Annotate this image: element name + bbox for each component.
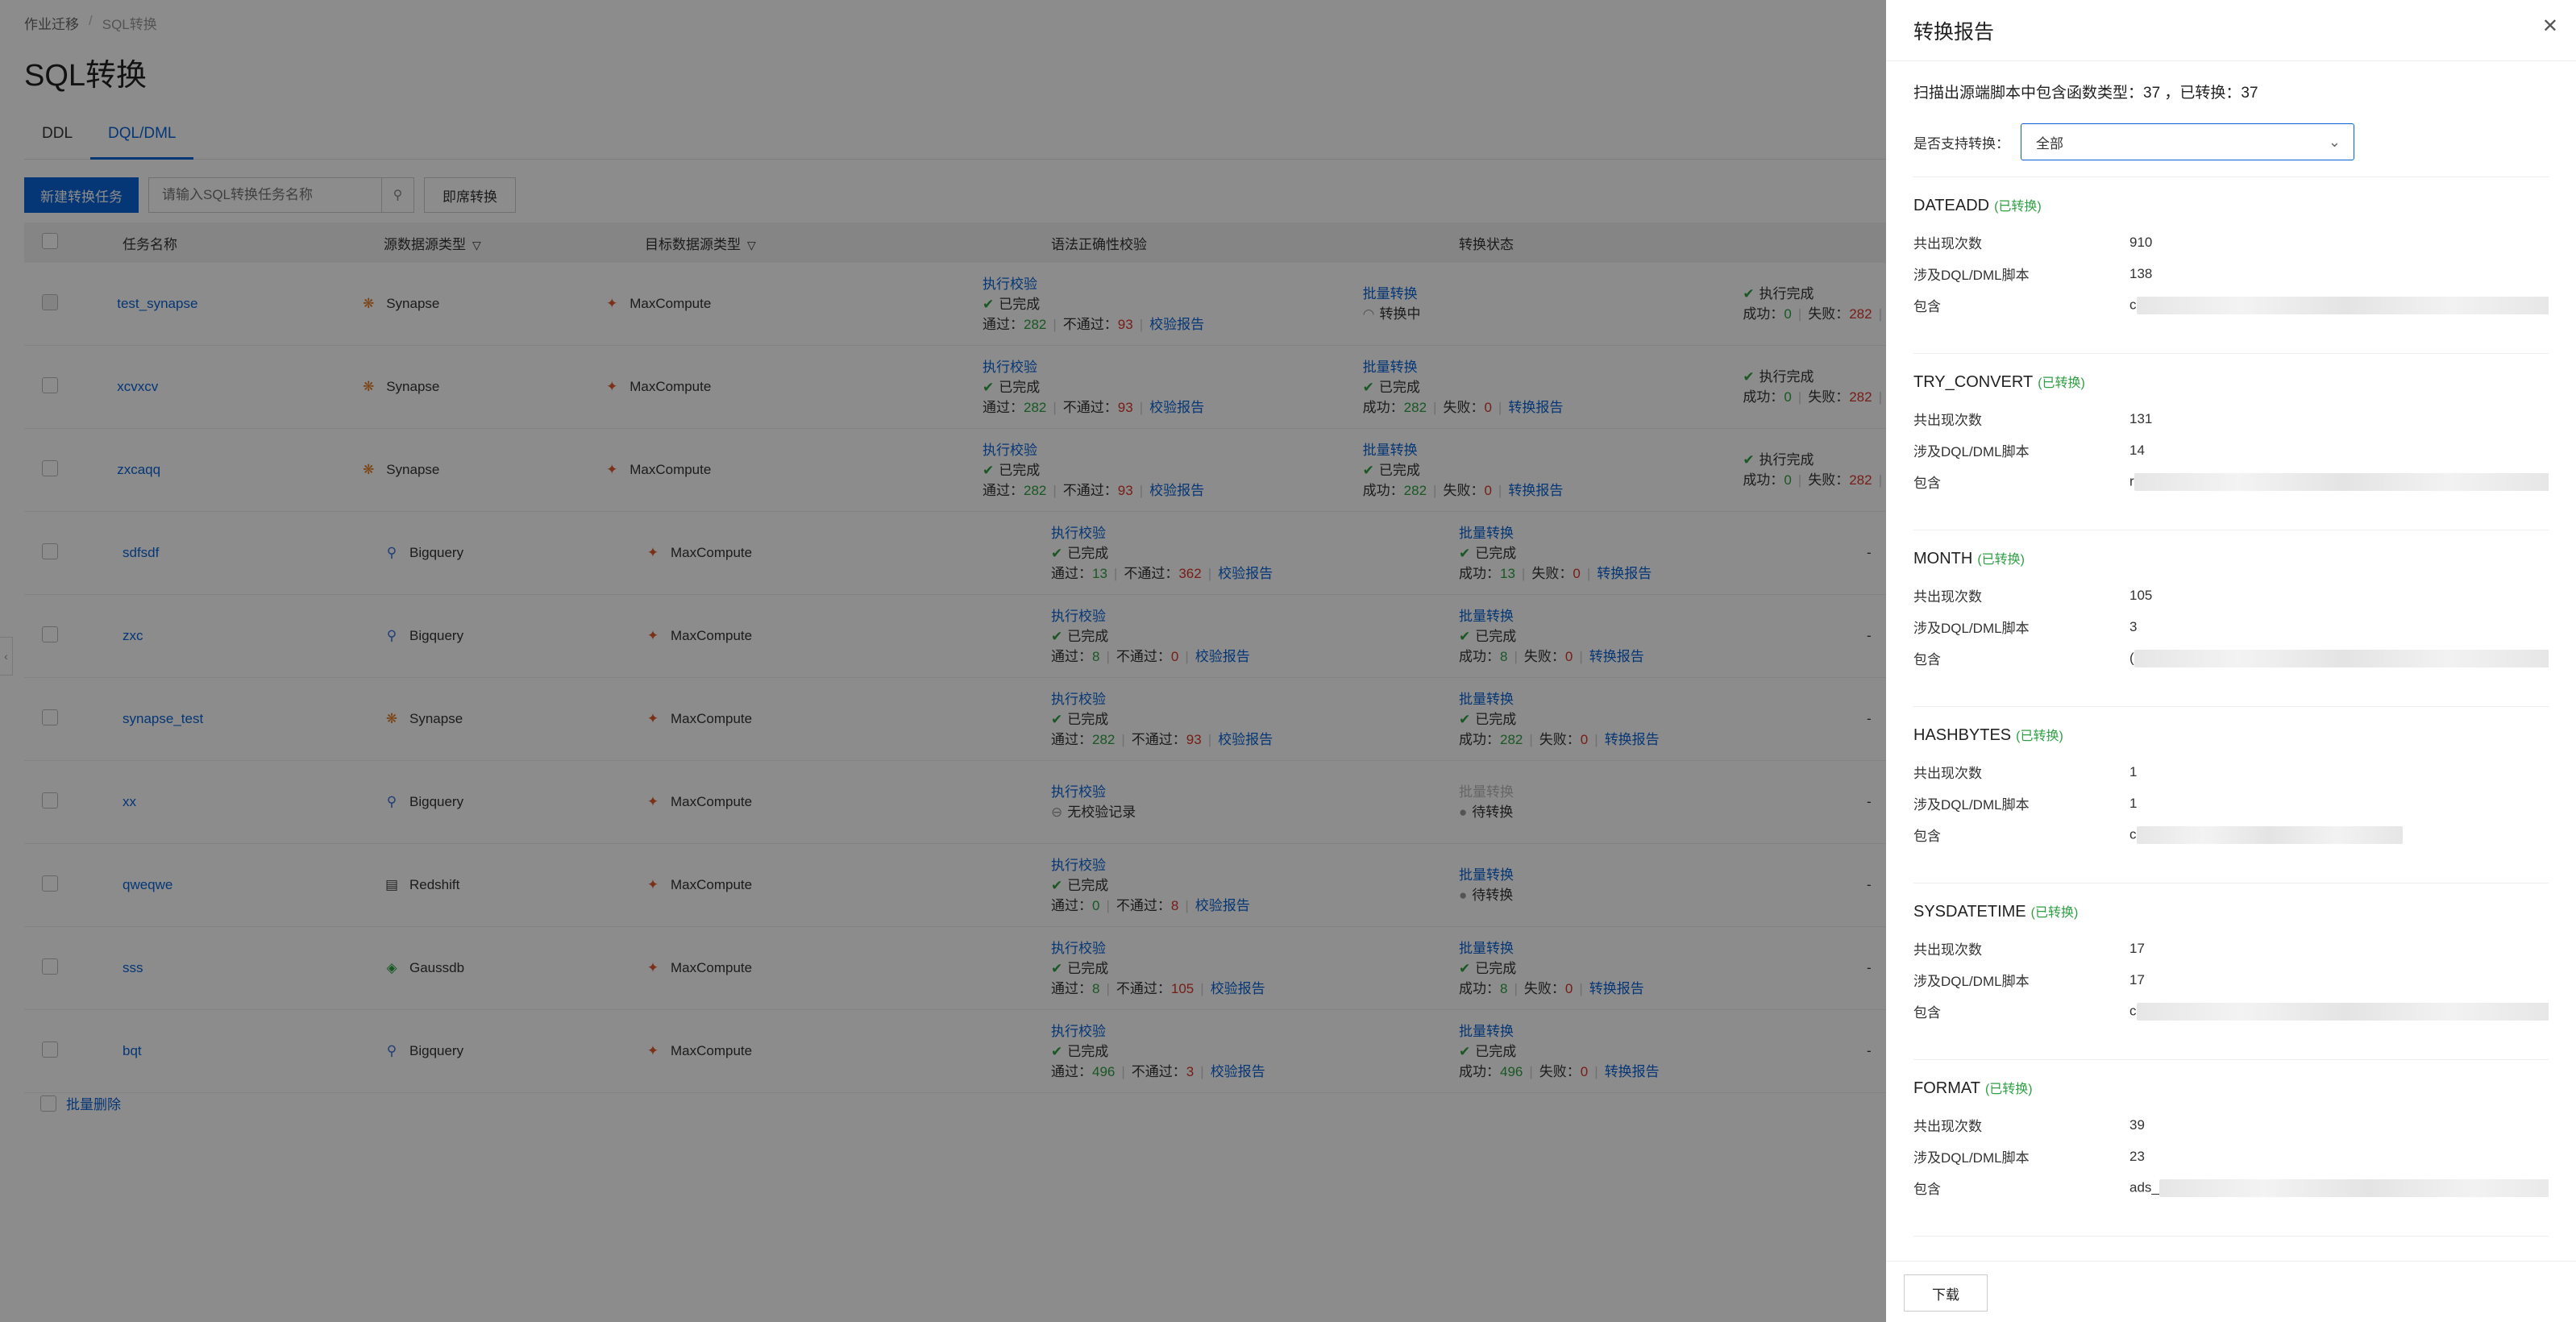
count-label: 共出现次数 xyxy=(1913,589,1982,605)
contains-label: 包含 xyxy=(1913,652,1941,667)
contains-label: 包含 xyxy=(1913,829,1941,844)
blurred-script-list xyxy=(2134,649,2549,667)
scan-summary: 扫描出源端脚本中包含函数类型：37 ，已转换：37 xyxy=(1913,85,2258,102)
support-select[interactable]: 全部 ⌄ xyxy=(2021,123,2354,160)
function-name: SYSDATETIME (已转换) xyxy=(1913,903,2079,921)
count-label: 共出现次数 xyxy=(1913,1119,1982,1134)
converted-tag: (已转换) xyxy=(2030,906,2079,920)
support-filter: 是否支持转换： 全部 ⌄ xyxy=(1913,123,2549,160)
count-value: 17 xyxy=(2129,940,2145,956)
count-label: 共出现次数 xyxy=(1913,942,1982,958)
blurred-script-list xyxy=(2134,472,2549,491)
contains-value: c. xyxy=(2129,296,2549,314)
count-label: 共出现次数 xyxy=(1913,236,1982,252)
function-name: TRY_CONVERT (已转换) xyxy=(1913,373,2085,391)
function-block: DATEADD(已转换) 共出现次数 910 涉及DQL/DML脚本 138 包含 c. xyxy=(1913,177,2549,354)
drawer-title: 转换报告 xyxy=(1913,21,1995,44)
blurred-script-list xyxy=(2136,1002,2549,1021)
close-icon[interactable]: ✕ xyxy=(2542,15,2558,38)
scripts-value: 1 xyxy=(2129,795,2138,811)
scripts-label: 涉及DQL/DML脚本 xyxy=(1913,444,2030,459)
count-value: 105 xyxy=(2129,587,2153,603)
scripts-value: 23 xyxy=(2129,1148,2145,1164)
converted-tag: (已转换) xyxy=(1994,200,2042,214)
converted-tag: (已转换) xyxy=(1977,553,2025,567)
scripts-value: 14 xyxy=(2129,442,2145,458)
contains-value: ( xyxy=(2129,649,2549,667)
contains-label: 包含 xyxy=(1913,1005,1941,1021)
function-block: SYSDATETIME (已转换) 共出现次数 17 涉及DQL/DML脚本 17 包含 c xyxy=(1913,883,2549,1060)
chevron-down-icon: ⌄ xyxy=(2328,133,2341,150)
download-button[interactable]: 下载 xyxy=(1904,1274,1988,1312)
modal-mask[interactable] xyxy=(0,0,1886,1322)
contains-value: c xyxy=(2129,1002,2549,1021)
function-name: DATEADD (已转换) xyxy=(1913,197,2042,214)
scripts-label: 涉及DQL/DML脚本 xyxy=(1913,621,2030,636)
scripts-label: 涉及DQL/DML脚本 xyxy=(1913,1150,2030,1166)
contains-value: ads_... xyxy=(2129,1179,2549,1197)
blurred-script-list xyxy=(2158,1179,2549,1197)
select-value: 全部 xyxy=(2036,135,2063,152)
contains-label: 包含 xyxy=(1913,476,1941,491)
scripts-value: 17 xyxy=(2129,971,2145,987)
contains-value: c xyxy=(2129,825,2549,844)
scripts-value: 3 xyxy=(2129,618,2138,634)
converted-tag: (已转换) xyxy=(1984,1083,2033,1096)
scripts-label: 涉及DQL/DML脚本 xyxy=(1913,797,2030,813)
scripts-value: 138 xyxy=(2129,265,2153,281)
count-label: 共出现次数 xyxy=(1913,413,1982,428)
contains-label: 包含 xyxy=(1913,1182,1941,1197)
convert-report-drawer: 转换报告 ✕ 扫描出源端脚本中包含函数类型：37 ，已转换：37 是否支持转换：… xyxy=(1886,0,2576,1322)
blurred-script-list xyxy=(2136,296,2549,314)
function-block: MONTH (已转换) 共出现次数 105 涉及DQL/DML脚本 3 包含 ( xyxy=(1913,530,2549,707)
function-block: FORMAT(已转换) 共出现次数 39 涉及DQL/DML脚本 23 包含 ads_... xyxy=(1913,1060,2549,1237)
function-name: FORMAT (已转换) xyxy=(1913,1079,2033,1097)
converted-tag: (已转换) xyxy=(2038,376,2085,390)
count-value: 131 xyxy=(2129,410,2153,426)
converted-tag: (已转换) xyxy=(2016,730,2063,743)
blurred-script-list xyxy=(2136,825,2403,844)
count-value: 1 xyxy=(2129,763,2138,779)
function-list: DATEADD(已转换) 共出现次数 910 涉及DQL/DML脚本 138 包含 c. TR… xyxy=(1913,177,2549,1237)
function-block: HASHBYTES (已转换) 共出现次数 1 涉及DQL/DML脚本 1 包含 c xyxy=(1913,707,2549,883)
contains-value: r xyxy=(2129,472,2549,491)
scripts-label: 涉及DQL/DML脚本 xyxy=(1913,268,2030,283)
contains-label: 包含 xyxy=(1913,299,1941,314)
count-label: 共出现次数 xyxy=(1913,766,1982,781)
drawer-body[interactable]: 扫描出源端脚本中包含函数类型：37 ，已转换：37 是否支持转换： 全部 ⌄ D… xyxy=(1886,61,2576,1261)
count-value: 910 xyxy=(2129,234,2153,250)
function-name: MONTH (已转换) xyxy=(1913,550,2025,567)
drawer-header: 转换报告 ✕ xyxy=(1886,0,2576,61)
filter-label: 是否支持转换： xyxy=(1913,135,2009,152)
scripts-label: 涉及DQL/DML脚本 xyxy=(1913,974,2030,989)
drawer-footer: 下载 xyxy=(1886,1261,2576,1322)
count-value: 39 xyxy=(2129,1116,2145,1133)
function-block: TRY_CONVERT (已转换) 共出现次数 131 涉及DQL/DML脚本 14 包含 r xyxy=(1913,354,2549,530)
function-name: HASHBYTES (已转换) xyxy=(1913,726,2063,744)
